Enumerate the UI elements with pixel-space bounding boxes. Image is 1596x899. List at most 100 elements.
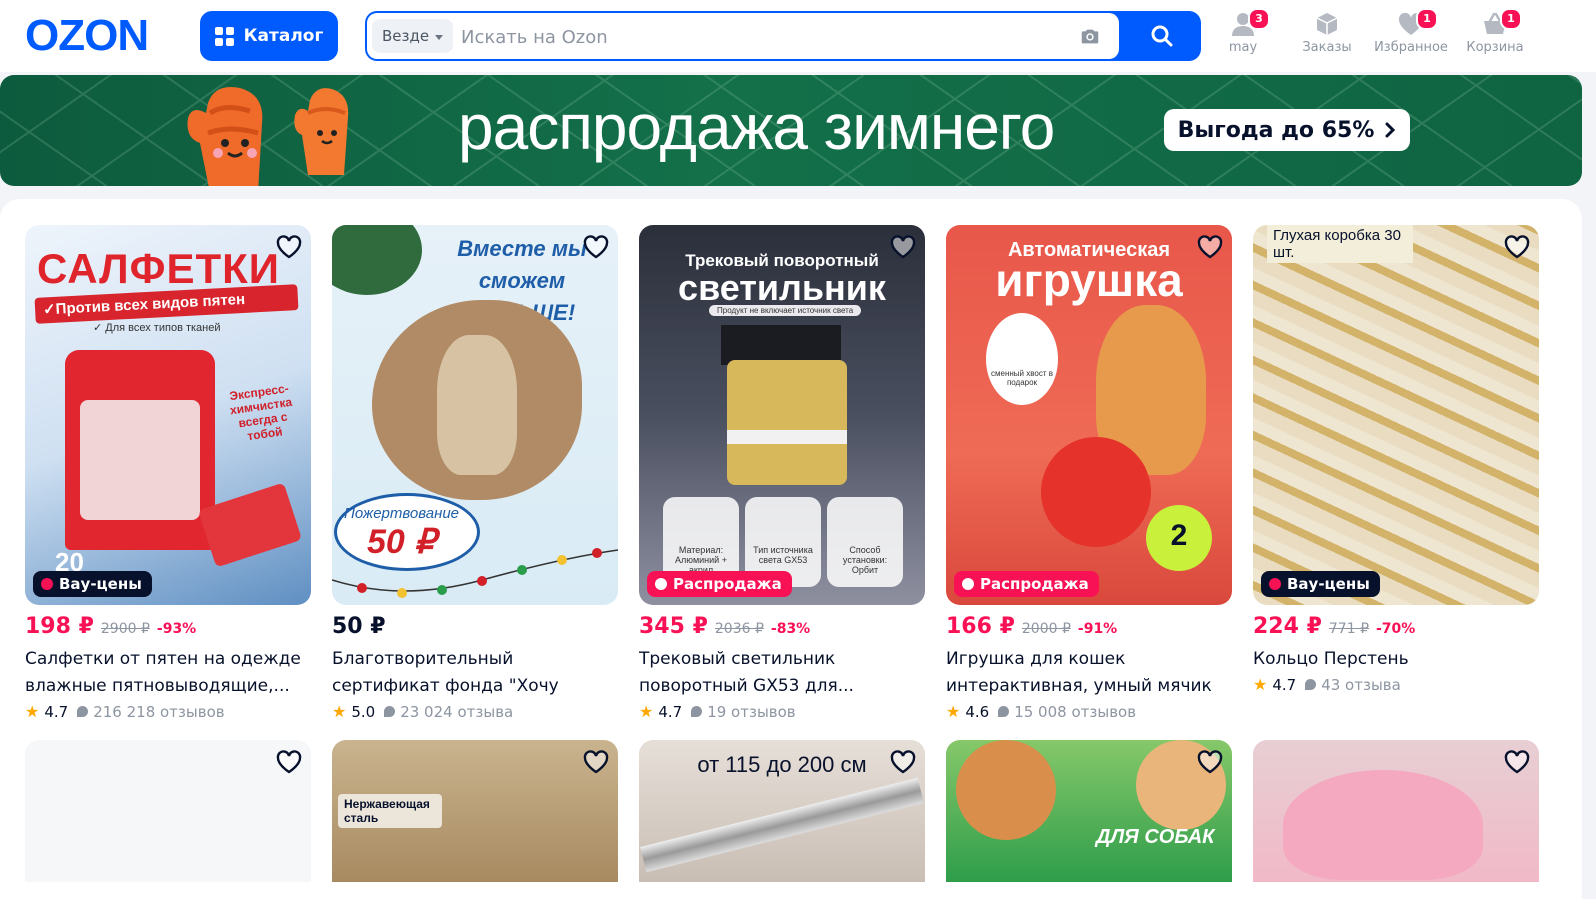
comment-icon [384, 706, 396, 717]
search-button[interactable] [1123, 11, 1201, 61]
rating-row: ★ 4.7 19 отзывов [639, 702, 925, 721]
product-image[interactable]: Вместе мы сможем БОЛЬШЕ! Пожертвование 5… [332, 225, 618, 605]
cart-badge: 1 [1500, 8, 1522, 30]
product-card[interactable]: ДЛЯ СОБАК [946, 740, 1232, 882]
product-card[interactable]: от 115 до 200 см [639, 740, 925, 882]
promo-tag: Распродажа [647, 571, 792, 597]
nav-orders[interactable]: Заказы [1285, 10, 1369, 55]
product-title[interactable]: Трековый светильник поворотный GX53 для.… [639, 646, 925, 700]
favorite-heart-icon[interactable] [1503, 233, 1531, 261]
star-icon: ★ [1253, 675, 1268, 694]
old-price: 2036 ₽ [714, 621, 764, 637]
product-image[interactable]: САЛФЕТКИ ✓Против всех видов пятен ✓ Для … [25, 225, 311, 605]
flash-icon [41, 578, 53, 590]
product-title[interactable]: Игрушка для кошек интерактивная, умный м… [946, 646, 1232, 700]
reviews-count[interactable]: 43 отзыва [1321, 676, 1401, 694]
rating-value: 4.7 [44, 702, 69, 721]
product-image[interactable]: Нержавеющая сталь [332, 740, 618, 882]
product-card[interactable]: САЛФЕТКИ ✓Против всех видов пятен ✓ Для … [25, 225, 311, 721]
product-image[interactable] [1253, 740, 1539, 882]
rating-row: ★ 4.6 15 008 отзывов [946, 702, 1232, 721]
old-price: 2000 ₽ [1021, 621, 1071, 637]
lamp-ring-shape [727, 430, 847, 444]
favorite-heart-icon[interactable] [889, 748, 917, 776]
reviews-count[interactable]: 15 008 отзывов [1014, 703, 1136, 721]
search-scope-dropdown[interactable]: Везде [372, 19, 454, 53]
product-image[interactable]: Трековый поворотный светильник Продукт н… [639, 225, 925, 605]
favorite-heart-icon[interactable] [275, 233, 303, 261]
dog-silhouette [437, 335, 517, 475]
image-subtitle: Пожертвование [344, 505, 460, 522]
favorite-heart-icon[interactable] [582, 748, 610, 776]
nav-favorites[interactable]: 1 Избранное [1369, 8, 1453, 55]
product-image[interactable] [25, 740, 311, 882]
star-icon: ★ [332, 702, 347, 721]
fire-icon [962, 578, 974, 590]
favorite-heart-icon[interactable] [889, 233, 917, 261]
product-card[interactable]: Глухая коробка 30 шт. Вау-цены 224 ₽ 771… [1253, 225, 1539, 694]
grid-icon [214, 26, 234, 46]
old-price: 2900 ₽ [100, 621, 150, 637]
search-scope-label: Везде [382, 27, 430, 45]
favorite-heart-icon[interactable] [1196, 233, 1224, 261]
discount: -93% [156, 621, 197, 637]
star-icon: ★ [639, 702, 654, 721]
reviews-count[interactable]: 216 218 отзывов [93, 703, 224, 721]
image-caption: Продукт не включает источник света [709, 305, 862, 316]
nav-cart[interactable]: 1 Корзина [1453, 8, 1537, 55]
product-title[interactable]: Салфетки от пятен на одежде влажные пятн… [25, 646, 311, 700]
promo-tag: Вау-цены [33, 571, 152, 597]
rating-row: ★ 4.7 43 отзыва [1253, 675, 1539, 694]
tail-circle: сменный хвост в подарок [986, 313, 1058, 405]
lamp-body-shape [727, 360, 847, 485]
product-card[interactable]: Автоматическая игрушка сменный хвост в п… [946, 225, 1232, 721]
price-row: 224 ₽ 771 ₽ -70% [1253, 614, 1539, 642]
discount: -83% [770, 621, 811, 637]
feature-text: Способ установки: Орбит [842, 545, 888, 575]
mode-number: 2 [1170, 519, 1188, 552]
image-headline: Глухая коробка 30 шт. [1267, 225, 1413, 263]
search-input[interactable] [459, 21, 1043, 53]
product-card[interactable]: Вместе мы сможем БОЛЬШЕ! Пожертвование 5… [332, 225, 618, 721]
product-image[interactable]: ДЛЯ СОБАК [946, 740, 1232, 882]
rating-value: 4.7 [658, 702, 683, 721]
star-icon: ★ [946, 702, 961, 721]
favorite-heart-icon[interactable] [1196, 748, 1224, 776]
price: 345 ₽ [639, 614, 708, 639]
product-image[interactable]: от 115 до 200 см [639, 740, 925, 882]
ozon-logo[interactable]: OZON [25, 14, 149, 58]
rating-value: 4.7 [1272, 675, 1297, 694]
nav-label: Корзина [1466, 40, 1524, 55]
product-card[interactable] [25, 740, 311, 882]
promo-button[interactable]: Выгода до 65% [1164, 109, 1410, 151]
reviews-count[interactable]: 19 отзывов [707, 703, 795, 721]
nav-profile[interactable]: 3 may [1201, 8, 1285, 55]
product-card[interactable]: Нержавеющая сталь [332, 740, 618, 882]
favorites-badge: 1 [1416, 8, 1438, 30]
chevron-down-icon [435, 34, 444, 40]
product-title[interactable]: Кольцо Перстень [1253, 646, 1539, 673]
star-icon: ★ [25, 702, 40, 721]
camera-icon[interactable] [1079, 25, 1101, 47]
favorite-heart-icon[interactable] [275, 748, 303, 776]
product-image[interactable]: Глухая коробка 30 шт. Вау-цены [1253, 225, 1539, 605]
image-caption: ✓ Для всех типов тканей [93, 322, 221, 334]
product-image[interactable]: Автоматическая игрушка сменный хвост в п… [946, 225, 1232, 605]
tag-label: Вау-цены [59, 575, 142, 593]
price: 224 ₽ [1253, 614, 1322, 639]
reviews-count[interactable]: 23 024 отзыва [400, 703, 513, 721]
product-card[interactable]: Трековый поворотный светильник Продукт н… [639, 225, 925, 721]
product-pack-window [80, 400, 200, 520]
nav-label: may [1228, 40, 1258, 55]
favorite-heart-icon[interactable] [582, 233, 610, 261]
catalog-button[interactable]: Каталог [200, 11, 338, 61]
image-caption: сменный хвост в подарок [991, 369, 1053, 387]
tag-label: Вау-цены [1287, 575, 1370, 593]
favorite-heart-icon[interactable] [1503, 748, 1531, 776]
rating-value: 4.6 [965, 702, 990, 721]
promo-banner[interactable]: распродажа зимнего Выгода до 65% [0, 75, 1582, 186]
dog-face-shape [956, 740, 1056, 840]
price: 50 ₽ [332, 614, 386, 639]
product-card[interactable] [1253, 740, 1539, 882]
product-title[interactable]: Благотворительный сертификат фонда "Хочу… [332, 646, 618, 700]
